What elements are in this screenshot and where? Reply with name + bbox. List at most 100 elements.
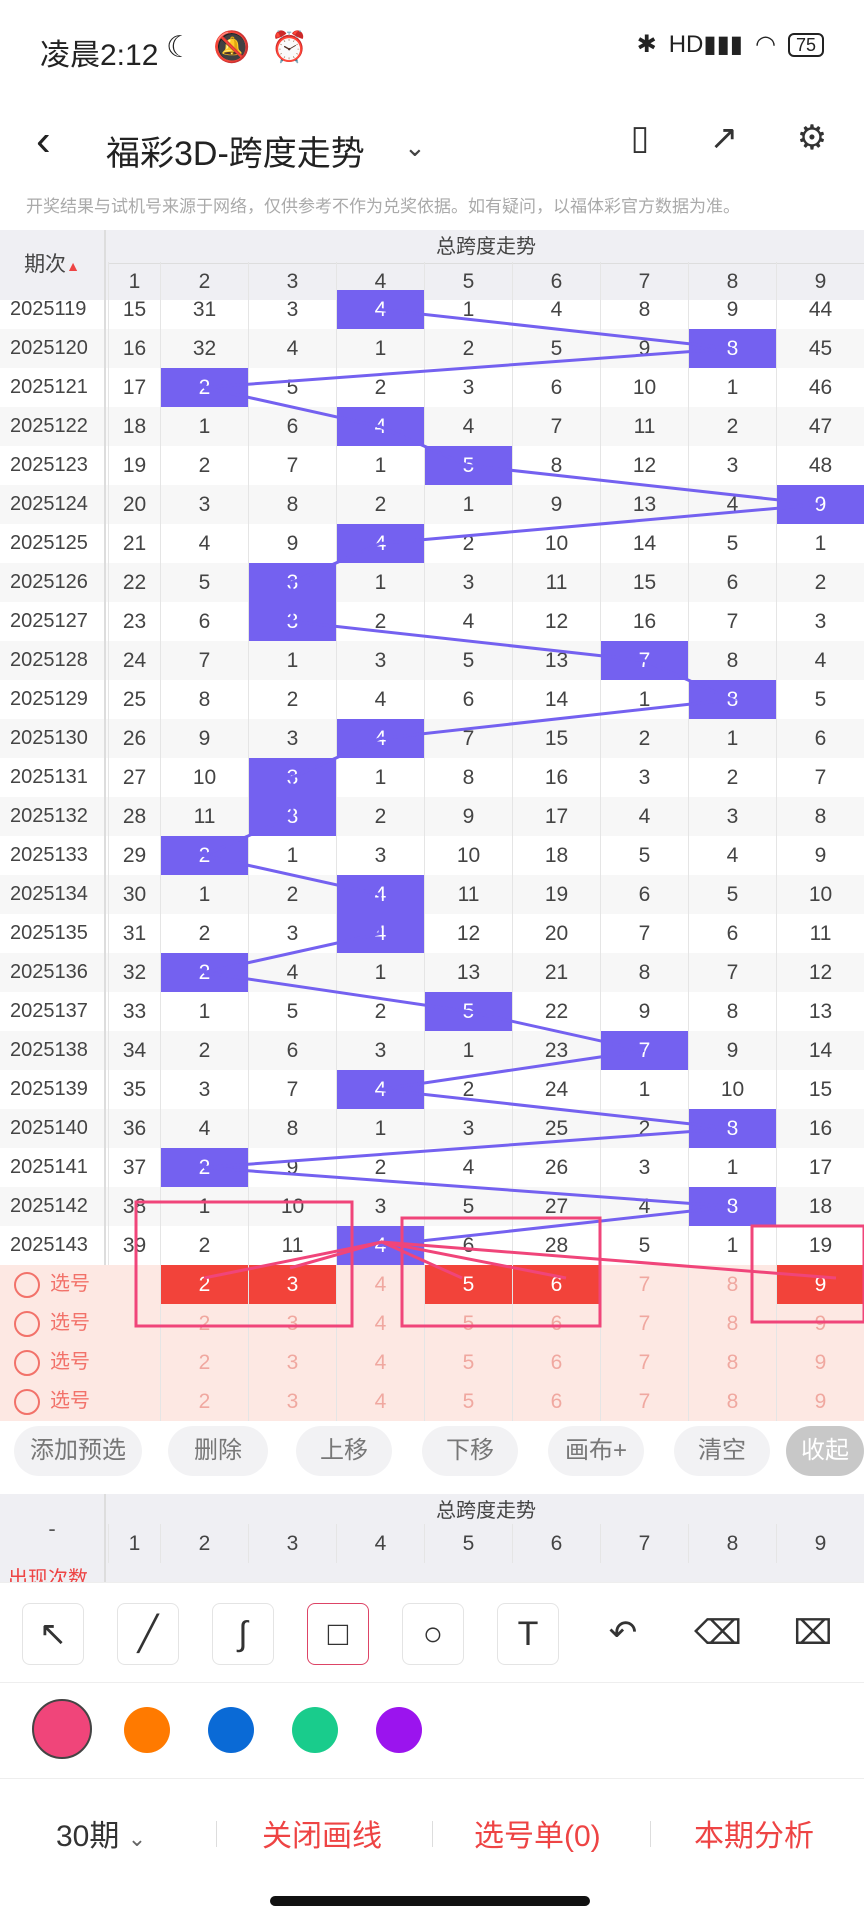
pick-cell[interactable]: 9 <box>776 1265 864 1304</box>
miss-cell: 5 <box>600 836 688 875</box>
period-select[interactable]: 30期 ⌄ <box>56 1811 146 1855</box>
miss-cell: 16 <box>108 329 160 368</box>
miss-cell: 45 <box>776 329 864 368</box>
table-row: 2025143 39 2 11 4 6 28 5 1 19 <box>0 1226 864 1265</box>
miss-cell: 4 <box>424 602 512 641</box>
action-button[interactable]: 画布+ <box>548 1426 644 1476</box>
pick-cell[interactable]: 6 <box>512 1304 600 1343</box>
pick-cell[interactable]: 2 <box>160 1304 248 1343</box>
layout-icon[interactable]: ▯ <box>616 114 664 162</box>
share-icon[interactable]: ↗ <box>700 114 748 162</box>
rect-tool-icon[interactable]: □ <box>307 1603 369 1665</box>
pick-cell[interactable]: 7 <box>600 1304 688 1343</box>
color-swatch[interactable] <box>124 1707 170 1753</box>
miss-cell: 1 <box>424 290 512 329</box>
period-cell: 2025142 <box>0 1187 106 1226</box>
line-tool-icon[interactable]: ╱ <box>117 1603 179 1665</box>
pick-cell[interactable]: 4 <box>336 1265 424 1304</box>
stats-table: - 总跨度走势 123456789 出现次数 045841241 <box>0 1494 864 1582</box>
back-arrow-icon[interactable]: ‹ <box>36 116 51 166</box>
close-lines-button[interactable]: 关闭画线 <box>262 1811 382 1855</box>
color-swatch[interactable] <box>292 1707 338 1753</box>
pick-row[interactable]: 选号 2 3 4 5 6 7 8 9 <box>0 1304 864 1343</box>
pick-cell[interactable]: 2 <box>160 1265 248 1304</box>
pick-list-button[interactable]: 选号单(0) <box>474 1811 601 1855</box>
pick-cell[interactable]: 5 <box>424 1304 512 1343</box>
pick-row[interactable]: 选号 2 3 4 5 6 7 8 9 <box>0 1265 864 1304</box>
miss-cell: 8 <box>688 992 776 1031</box>
action-button[interactable]: 清空 <box>674 1426 770 1476</box>
miss-cell: 5 <box>600 1226 688 1265</box>
action-button[interactable]: 下移 <box>422 1426 518 1476</box>
hit-cell: 4 <box>336 914 424 953</box>
radio-circle-icon[interactable] <box>14 1349 40 1376</box>
pick-cell[interactable]: 4 <box>336 1304 424 1343</box>
radio-circle-icon[interactable] <box>14 1310 40 1337</box>
miss-cell: 16 <box>600 602 688 641</box>
pick-cell[interactable]: 3 <box>248 1304 336 1343</box>
miss-cell: 31 <box>160 290 248 329</box>
miss-cell: 4 <box>160 524 248 563</box>
curve-tool-icon[interactable]: ∫ <box>212 1603 274 1665</box>
pick-cell[interactable]: 6 <box>512 1343 600 1382</box>
miss-cell: 13 <box>512 641 600 680</box>
miss-cell: 6 <box>600 875 688 914</box>
table-row: 2025130 26 9 3 4 7 15 2 1 6 <box>0 719 864 758</box>
analysis-button[interactable]: 本期分析 <box>694 1811 814 1855</box>
miss-cell: 2 <box>336 485 424 524</box>
undo-icon[interactable]: ↶ <box>592 1603 654 1665</box>
miss-cell: 7 <box>248 1070 336 1109</box>
pick-row-label[interactable]: 选号 <box>14 1265 90 1304</box>
action-button[interactable]: 上移 <box>296 1426 392 1476</box>
pick-row[interactable]: 选号 2 3 4 5 6 7 8 9 <box>0 1343 864 1382</box>
miss-cell: 3 <box>248 290 336 329</box>
pick-cell[interactable]: 9 <box>776 1343 864 1382</box>
eraser-icon[interactable]: ⌫ <box>687 1603 749 1665</box>
pick-row-label[interactable]: 选号 <box>14 1304 90 1343</box>
color-swatch[interactable] <box>208 1707 254 1753</box>
pick-cell[interactable]: 3 <box>248 1265 336 1304</box>
divider <box>650 1821 651 1847</box>
miss-cell: 14 <box>600 524 688 563</box>
miss-cell: 15 <box>108 290 160 329</box>
page-title[interactable]: 福彩3D-跨度走势 <box>106 126 365 175</box>
miss-cell: 3 <box>336 836 424 875</box>
pick-cell[interactable]: 7 <box>600 1265 688 1304</box>
color-swatch[interactable] <box>32 1699 92 1759</box>
action-button[interactable]: 删除 <box>168 1426 268 1476</box>
color-swatch[interactable] <box>376 1707 422 1753</box>
column-header-7: 7 <box>600 1524 688 1563</box>
radio-circle-icon[interactable] <box>14 1271 40 1298</box>
pick-cell[interactable]: 9 <box>776 1304 864 1343</box>
pick-cell[interactable]: 4 <box>336 1343 424 1382</box>
pick-cell[interactable]: 8 <box>688 1304 776 1343</box>
bottom-bar: 30期 ⌄ 关闭画线 选号单(0) 本期分析 <box>0 1778 864 1882</box>
pick-cell[interactable]: 2 <box>160 1343 248 1382</box>
title-bar: ‹ 福彩3D-跨度走势 ⌄ ▯ ↗ ⚙ <box>0 96 864 206</box>
pick-cell[interactable]: 8 <box>688 1265 776 1304</box>
pick-cell[interactable]: 3 <box>248 1343 336 1382</box>
pick-cell[interactable]: 5 <box>424 1343 512 1382</box>
miss-cell: 1 <box>160 1187 248 1226</box>
pick-cell[interactable]: 5 <box>424 1265 512 1304</box>
miss-cell: 2 <box>336 368 424 407</box>
table-row: 2025135 31 2 3 4 12 20 7 6 11 <box>0 914 864 953</box>
miss-cell: 12 <box>776 953 864 992</box>
pick-row-label[interactable]: 选号 <box>14 1343 90 1382</box>
signal-icon: HD▮▮▮ <box>668 31 744 58</box>
pick-cell[interactable]: 7 <box>600 1343 688 1382</box>
arrow-tool-icon[interactable]: ↖ <box>22 1603 84 1665</box>
miss-cell: 15 <box>600 563 688 602</box>
miss-cell: 3 <box>160 485 248 524</box>
clear-brush-icon[interactable]: ⌧ <box>782 1603 844 1665</box>
action-button[interactable]: 添加预选 <box>14 1426 142 1476</box>
action-button[interactable]: 收起 <box>786 1426 864 1476</box>
hit-cell: 8 <box>688 1109 776 1148</box>
pick-cell[interactable]: 8 <box>688 1343 776 1382</box>
settings-icon[interactable]: ⚙ <box>788 114 836 162</box>
pick-cell[interactable]: 6 <box>512 1265 600 1304</box>
text-tool-icon[interactable]: T <box>497 1603 559 1665</box>
circle-tool-icon[interactable]: ○ <box>402 1603 464 1665</box>
miss-cell: 17 <box>108 368 160 407</box>
chevron-down-icon[interactable]: ⌄ <box>404 132 426 163</box>
